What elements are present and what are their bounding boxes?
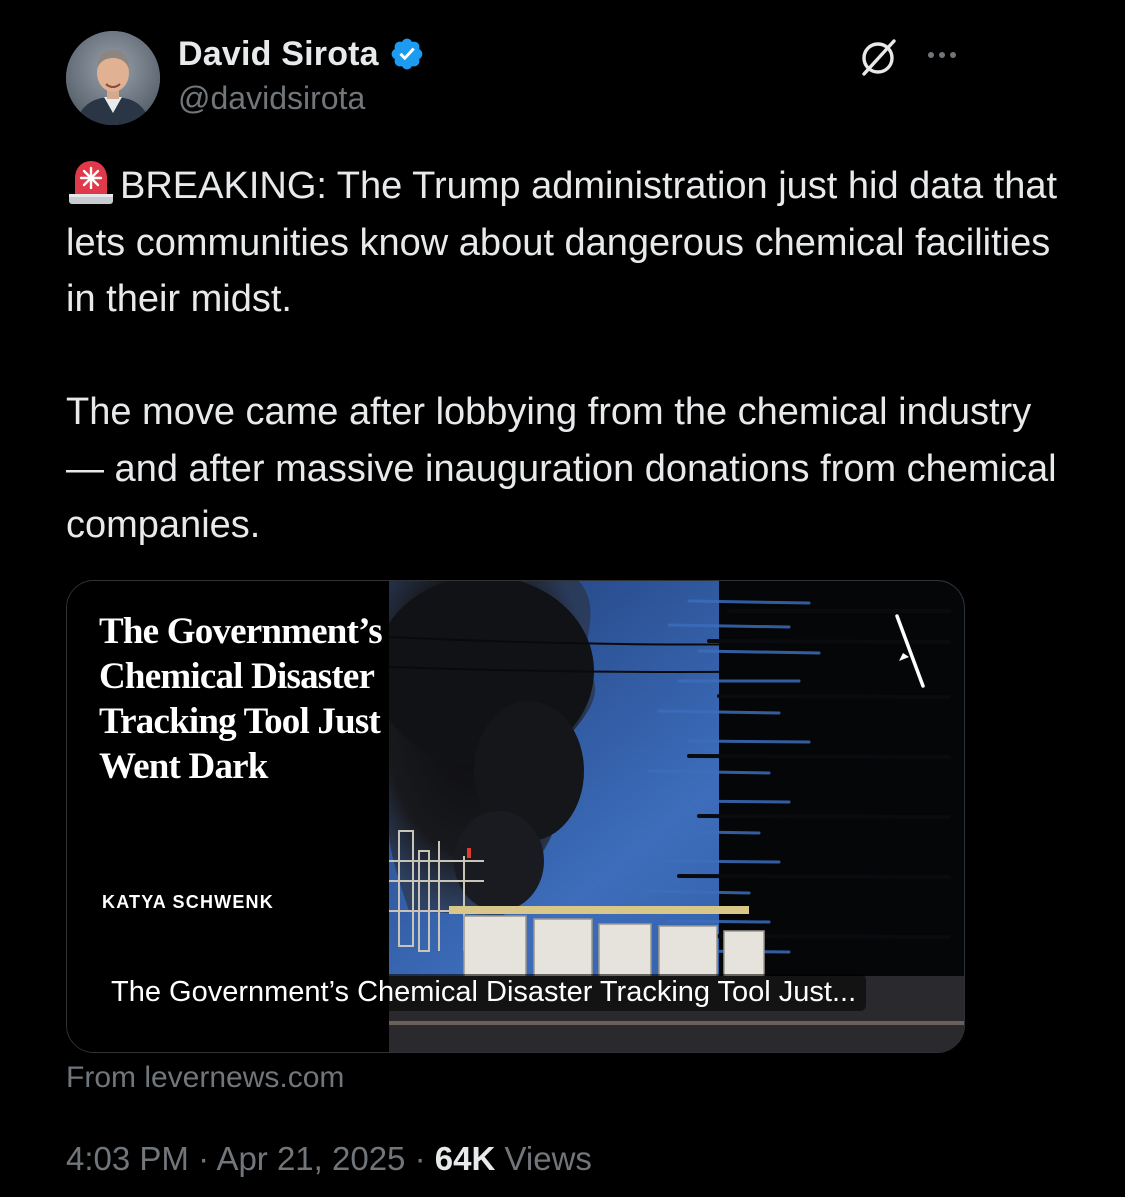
tweet-paragraph-1: BREAKING: The Trump administration just … <box>66 158 1066 328</box>
views-label: Views <box>504 1140 592 1177</box>
tweet-text: BREAKING: The Trump administration just … <box>66 158 1066 554</box>
tweet-paragraph-2: The move came after lobbying from the ch… <box>66 391 1057 546</box>
tweet-time[interactable]: 4:03 PM <box>66 1140 189 1177</box>
verified-badge-icon[interactable] <box>389 36 425 72</box>
views-count: 64K <box>434 1140 496 1177</box>
author-name[interactable]: David Sirota <box>178 35 379 74</box>
grok-icon[interactable] <box>858 36 900 78</box>
tweet-date[interactable]: Apr 21, 2025 <box>216 1140 405 1177</box>
more-dot <box>939 52 945 58</box>
author-name-row[interactable]: David Sirota <box>178 32 425 76</box>
card-author: KATYA SCHWENK <box>102 892 274 912</box>
meta-separator: · <box>198 1140 210 1177</box>
card-caption[interactable]: The Government’s Chemical Disaster Track… <box>101 974 867 1011</box>
meta-separator: · <box>414 1140 426 1177</box>
more-options-icon[interactable] <box>922 38 962 72</box>
avatar-image <box>66 31 160 125</box>
siren-icon <box>69 161 113 204</box>
more-dot <box>928 52 934 58</box>
more-dot <box>950 52 956 58</box>
avatar[interactable] <box>66 31 160 125</box>
tweet-meta: 4:03 PM · Apr 21, 2025 · 64K Views <box>66 1140 592 1178</box>
card-headline: The Government’s Chemical Disaster Track… <box>99 611 383 787</box>
card-source[interactable]: From levernews.com <box>66 1061 344 1095</box>
tweet-paragraph-1-text: BREAKING: The Trump administration just … <box>66 165 1058 320</box>
author-handle[interactable]: @davidsirota <box>178 80 365 117</box>
link-card[interactable]: The Government’s Chemical Disaster Track… <box>66 580 965 1053</box>
